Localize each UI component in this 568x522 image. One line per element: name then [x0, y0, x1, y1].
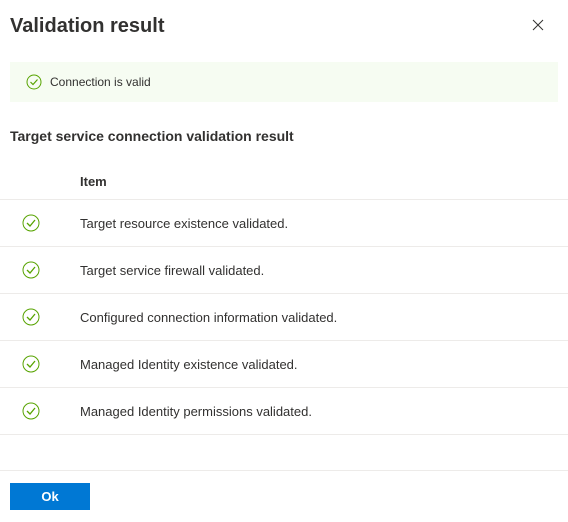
row-status	[10, 214, 80, 232]
table-row: Target service firewall validated.	[0, 247, 568, 294]
table-row: Managed Identity existence validated.	[0, 341, 568, 388]
table-row: Configured connection information valida…	[0, 294, 568, 341]
row-status	[10, 308, 80, 326]
dialog-footer: Ok	[0, 470, 568, 522]
table-header-item: Item	[80, 174, 558, 189]
validation-table: Item Target resource existence validated…	[0, 164, 568, 435]
table-header-status	[10, 174, 80, 189]
row-item-text: Configured connection information valida…	[80, 308, 558, 326]
success-check-icon	[22, 214, 40, 232]
success-check-icon	[22, 261, 40, 279]
ok-button[interactable]: Ok	[10, 483, 90, 510]
success-check-icon	[22, 355, 40, 373]
row-status	[10, 402, 80, 420]
table-header-row: Item	[0, 164, 568, 200]
row-item-text: Target service firewall validated.	[80, 261, 558, 279]
success-check-icon	[22, 402, 40, 420]
row-item-text: Managed Identity permissions validated.	[80, 402, 558, 420]
table-row: Target resource existence validated.	[0, 200, 568, 247]
section-title: Target service connection validation res…	[0, 122, 568, 164]
table-row: Managed Identity permissions validated.	[0, 388, 568, 435]
banner-message: Connection is valid	[50, 75, 151, 89]
row-item-text: Managed Identity existence validated.	[80, 355, 558, 373]
row-status	[10, 261, 80, 279]
table-body: Target resource existence validated. Tar…	[0, 200, 568, 435]
dialog-title: Validation result	[10, 15, 164, 38]
dialog-header: Validation result	[0, 0, 568, 52]
row-item-text: Target resource existence validated.	[80, 214, 558, 232]
status-banner: Connection is valid	[10, 62, 558, 102]
row-status	[10, 355, 80, 373]
close-button[interactable]	[526, 14, 550, 38]
success-check-icon	[22, 308, 40, 326]
success-check-icon	[26, 74, 42, 90]
close-icon	[532, 18, 544, 34]
